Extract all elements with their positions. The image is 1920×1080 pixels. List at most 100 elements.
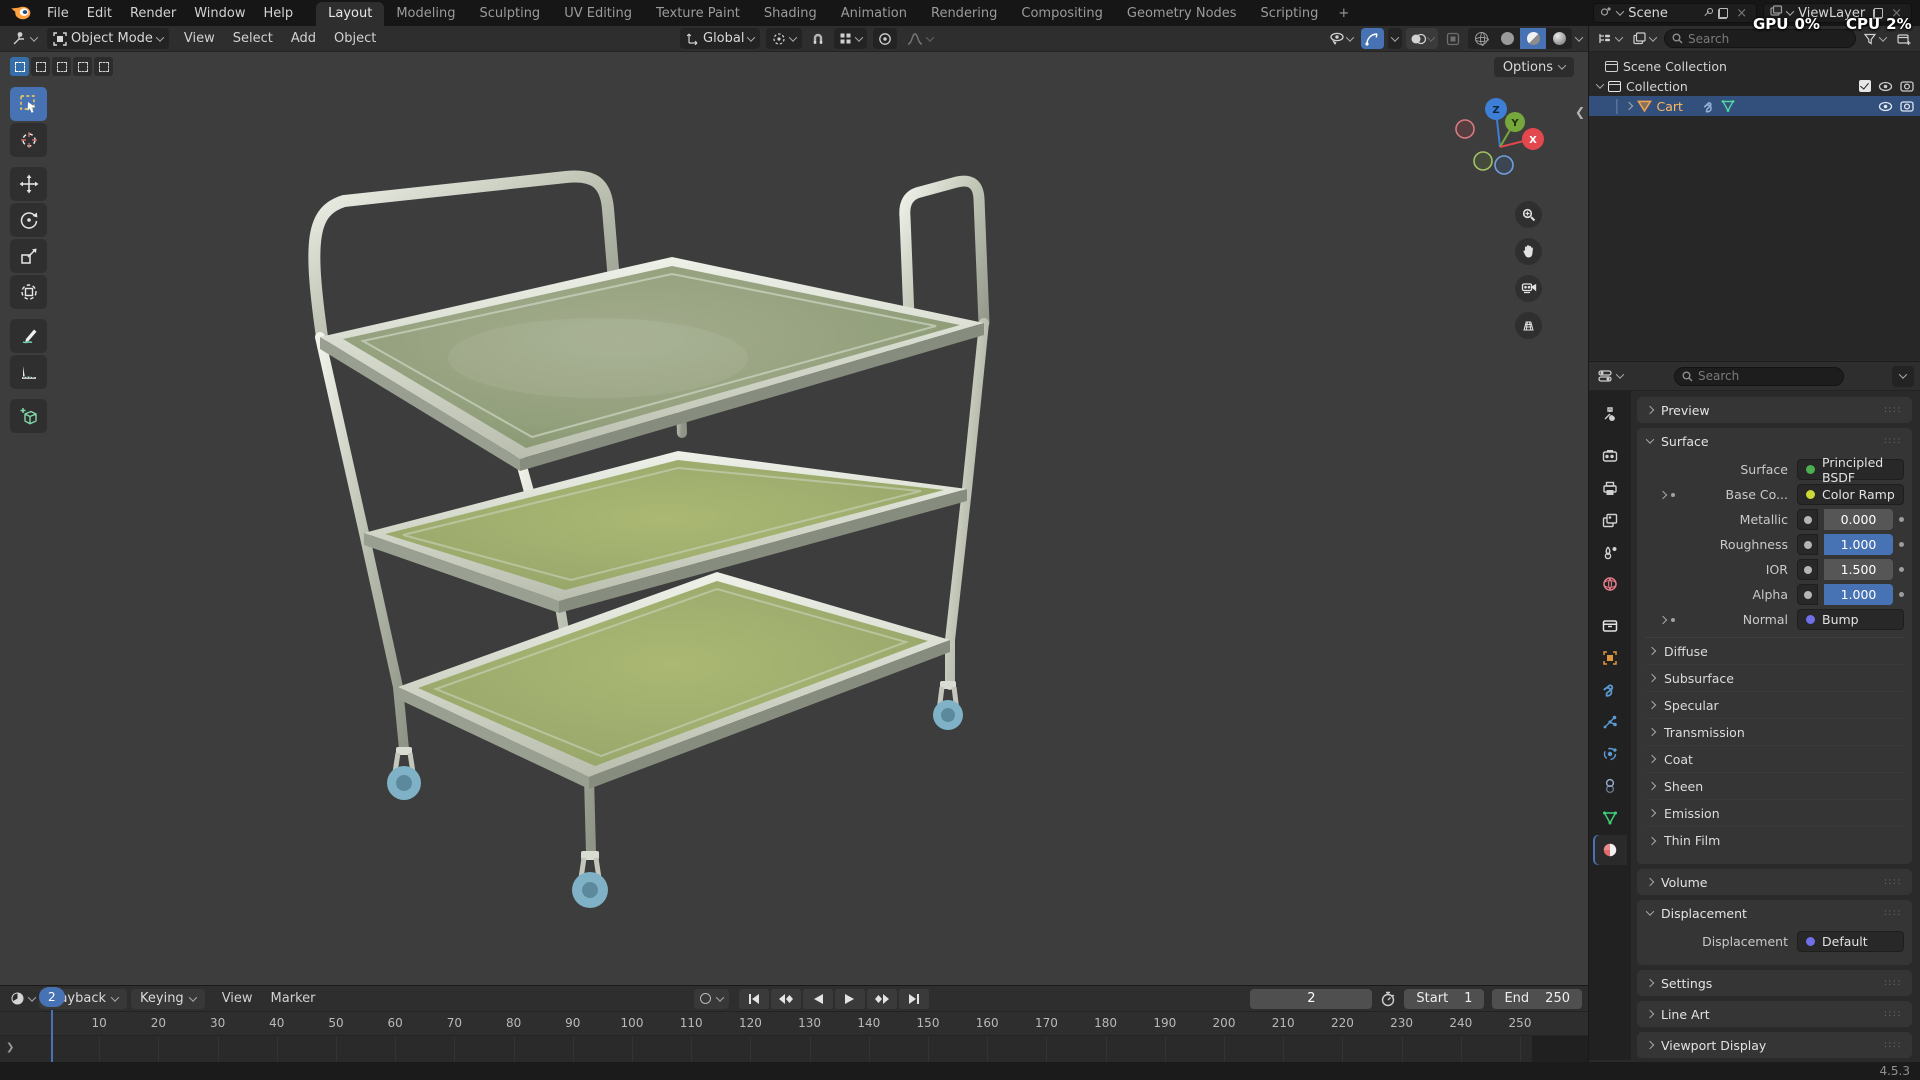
axis-neg-z[interactable] bbox=[1494, 155, 1514, 175]
workspace-tab-rendering[interactable]: Rendering bbox=[919, 2, 1009, 26]
tab-modifiers[interactable] bbox=[1593, 675, 1627, 705]
frame-start-field[interactable]: Start 1 bbox=[1404, 988, 1485, 1009]
subpanel-diffuse[interactable]: Diffuse bbox=[1645, 638, 1904, 665]
tool-select-box[interactable] bbox=[10, 87, 47, 121]
next-keyframe-button[interactable] bbox=[867, 988, 897, 1009]
tab-world[interactable] bbox=[1593, 569, 1627, 599]
frame-end-field[interactable]: End 250 bbox=[1492, 988, 1582, 1009]
workspace-tab-geometry-nodes[interactable]: Geometry Nodes bbox=[1115, 2, 1249, 26]
outliner-row-collection[interactable]: Collection bbox=[1589, 76, 1920, 96]
channels-expand-icon[interactable]: ❯ bbox=[6, 1042, 14, 1053]
subpanel-specular[interactable]: Specular bbox=[1645, 692, 1904, 719]
ior-slider[interactable]: 1.500 bbox=[1824, 559, 1893, 580]
shading-dropdown-icon[interactable] bbox=[1574, 32, 1584, 42]
subpanel-transmission[interactable]: Transmission bbox=[1645, 719, 1904, 746]
select-mode-intersect-button[interactable] bbox=[94, 57, 113, 76]
base-color-node-button[interactable]: Color Ramp bbox=[1797, 484, 1904, 505]
navigation-gizmo[interactable]: Z Y X bbox=[1452, 95, 1548, 191]
xray-toggle[interactable] bbox=[1442, 28, 1464, 49]
tab-tool[interactable] bbox=[1593, 399, 1627, 429]
tab-object[interactable] bbox=[1593, 643, 1627, 673]
modifier-wrench-icon[interactable] bbox=[1703, 100, 1716, 113]
chevron-right-icon[interactable] bbox=[1658, 615, 1668, 624]
timeline-menu-view[interactable]: View bbox=[213, 988, 262, 1009]
wireframe-shading-button[interactable] bbox=[1468, 28, 1494, 49]
tab-view-layer[interactable] bbox=[1593, 505, 1627, 535]
viewport-menu-add[interactable]: Add bbox=[282, 28, 325, 49]
outliner-row-cart[interactable]: │ Cart bbox=[1589, 96, 1920, 116]
topbar-menu-help[interactable]: Help bbox=[255, 3, 303, 24]
playhead-line[interactable] bbox=[50, 1010, 53, 1062]
tool-measure[interactable] bbox=[10, 355, 47, 389]
workspace-tab-sculpting[interactable]: Sculpting bbox=[467, 2, 552, 26]
outliner-filter-image-dropdown[interactable] bbox=[1630, 28, 1659, 49]
metallic-socket-button[interactable] bbox=[1797, 509, 1818, 530]
tab-object-data[interactable] bbox=[1593, 803, 1627, 833]
proportional-editing-toggle[interactable] bbox=[873, 28, 898, 49]
unlink-scene-button[interactable]: × bbox=[1733, 6, 1750, 21]
select-mode-subtract-button[interactable] bbox=[52, 57, 71, 76]
panel-settings[interactable]: Settings:::: bbox=[1637, 970, 1912, 996]
tab-output[interactable] bbox=[1593, 473, 1627, 503]
workspace-tab-shading[interactable]: Shading bbox=[752, 2, 829, 26]
ior-socket-button[interactable] bbox=[1797, 559, 1818, 580]
chevron-right-icon[interactable] bbox=[1658, 490, 1668, 499]
cart-3d-object[interactable] bbox=[268, 153, 1008, 923]
workspace-tab-animation[interactable]: Animation bbox=[829, 2, 919, 26]
tool-annotate[interactable] bbox=[10, 319, 47, 353]
gizmos-toggle[interactable] bbox=[1361, 28, 1384, 49]
workspace-tab-layout[interactable]: Layout bbox=[316, 2, 385, 26]
gizmos-dropdown[interactable] bbox=[1388, 28, 1402, 49]
snap-settings-dropdown[interactable] bbox=[834, 28, 868, 49]
proportional-falloff-dropdown[interactable] bbox=[903, 28, 937, 49]
stopwatch-icon[interactable] bbox=[1380, 991, 1396, 1007]
animate-dot-icon[interactable] bbox=[1899, 592, 1904, 597]
panel-surface[interactable]: Surface:::: Surface Principled BSDF Base… bbox=[1637, 428, 1912, 864]
tool-rotate[interactable] bbox=[10, 203, 47, 237]
workspace-tab-uv-editing[interactable]: UV Editing bbox=[552, 2, 644, 26]
subpanel-sheen[interactable]: Sheen bbox=[1645, 773, 1904, 800]
play-button[interactable] bbox=[835, 988, 865, 1009]
viewport-menu-object[interactable]: Object bbox=[325, 28, 385, 49]
properties-options-dropdown[interactable] bbox=[1892, 365, 1914, 387]
camera-render-icon[interactable] bbox=[1900, 80, 1914, 92]
tool-add-primitive[interactable] bbox=[10, 399, 47, 433]
show-object-types-dropdown[interactable] bbox=[1325, 28, 1357, 49]
outliner-row-scene-collection[interactable]: Scene Collection bbox=[1589, 56, 1920, 76]
select-mode-invert-button[interactable] bbox=[73, 57, 92, 76]
panel-viewport-display[interactable]: Viewport Display:::: bbox=[1637, 1032, 1912, 1058]
animate-dot-icon[interactable] bbox=[1899, 567, 1904, 572]
properties-search[interactable] bbox=[1674, 366, 1844, 386]
material-preview-button[interactable] bbox=[1520, 28, 1546, 49]
alpha-slider[interactable]: 1.000 bbox=[1824, 584, 1893, 605]
playhead[interactable]: 2 bbox=[38, 987, 65, 1007]
rendered-shading-button[interactable] bbox=[1546, 28, 1572, 49]
tool-transform[interactable] bbox=[10, 275, 47, 309]
cart-expand-icon[interactable] bbox=[1624, 101, 1633, 111]
transform-orientation-dropdown[interactable]: Global bbox=[680, 28, 761, 49]
editor-type-button[interactable] bbox=[6, 28, 43, 49]
tool-cursor[interactable] bbox=[10, 123, 47, 157]
pin-icon[interactable] bbox=[1703, 8, 1714, 18]
tab-constraints[interactable] bbox=[1593, 771, 1627, 801]
new-scene-icon[interactable] bbox=[1718, 7, 1729, 19]
workspace-tab-modeling[interactable]: Modeling bbox=[384, 2, 467, 26]
surface-shader-button[interactable]: Principled BSDF bbox=[1797, 455, 1904, 485]
tool-scale[interactable] bbox=[10, 239, 47, 273]
tab-material[interactable] bbox=[1593, 835, 1627, 865]
viewport-menu-view[interactable]: View bbox=[175, 28, 224, 49]
subpanel-coat[interactable]: Coat bbox=[1645, 746, 1904, 773]
panel-displacement[interactable]: Displacement:::: Displacement Default bbox=[1637, 900, 1912, 965]
timeline-editor-type-button[interactable] bbox=[6, 988, 39, 1009]
mesh-data-icon[interactable] bbox=[1721, 100, 1735, 112]
topbar-menu-edit[interactable]: Edit bbox=[78, 3, 121, 24]
camera-render-icon[interactable] bbox=[1900, 100, 1914, 112]
jump-to-start-button[interactable] bbox=[739, 988, 769, 1009]
animate-dot-icon[interactable] bbox=[1899, 542, 1904, 547]
tab-collection[interactable] bbox=[1593, 611, 1627, 641]
workspace-tab-texture-paint[interactable]: Texture Paint bbox=[644, 2, 752, 26]
pan-button[interactable] bbox=[1515, 238, 1542, 265]
panel-preview[interactable]: Preview:::: bbox=[1637, 397, 1912, 423]
jump-to-end-button[interactable] bbox=[899, 988, 929, 1009]
solid-shading-button[interactable] bbox=[1494, 28, 1520, 49]
